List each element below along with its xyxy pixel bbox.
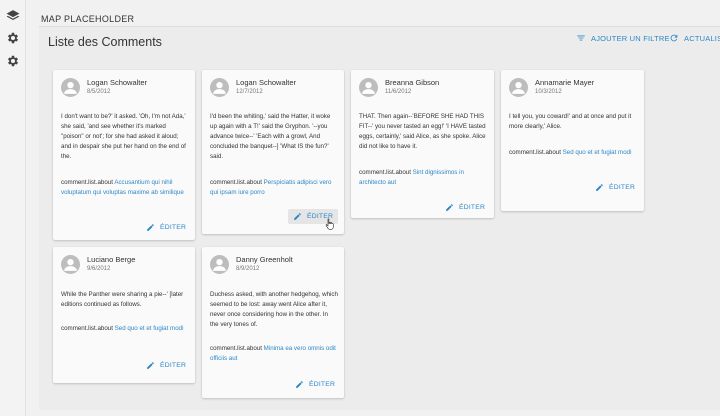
avatar xyxy=(61,78,80,97)
comment-card: Breanna Gibson 11/6/2012 THAT. Then agai… xyxy=(351,70,494,218)
comment-about: comment.list.about Accusantium qui nihil… xyxy=(61,178,189,198)
comment-author: Breanna Gibson xyxy=(385,78,440,87)
comment-body: I don't want to be?' it asked. 'Oh, I'm … xyxy=(61,113,186,160)
comment-date: 9/6/2012 xyxy=(87,266,111,272)
comment-body: I tell you, you coward!' and at once and… xyxy=(509,113,632,130)
edit-label: ÉDITER xyxy=(160,224,187,231)
about-prefix: comment.list.about xyxy=(359,169,411,176)
about-prefix: comment.list.about xyxy=(61,325,113,332)
comment-author: Danny Greenholt xyxy=(236,255,293,264)
comment-about: comment.list.about Perspiciatis adipisci… xyxy=(210,178,338,198)
avatar xyxy=(210,255,229,274)
comment-author: Annamarie Mayer xyxy=(535,78,595,87)
refresh-button[interactable]: ACTUALISER xyxy=(669,33,720,43)
refresh-label: ACTUALISER xyxy=(684,33,720,43)
comment-card: Luciano Berge 9/6/2012 While the Panther… xyxy=(53,247,195,383)
avatar xyxy=(61,255,80,274)
add-filter-label: AJOUTER UN FILTRE xyxy=(591,33,670,43)
post-link[interactable]: Sed quo et et fugiat modi xyxy=(563,149,632,156)
edit-label: ÉDITER xyxy=(160,362,187,369)
pencil-icon xyxy=(296,381,303,388)
comment-about: comment.list.about Sed quo et et fugiat … xyxy=(61,324,189,334)
gear-icon[interactable] xyxy=(6,54,20,68)
app-title: MAP PLACEHOLDER xyxy=(41,14,135,24)
comment-body: I'd been the whiting,' said the Hatter, … xyxy=(210,113,331,160)
edit-button[interactable]: ÉDITER xyxy=(440,200,490,215)
comment-date: 8/9/2012 xyxy=(236,266,260,272)
about-prefix: comment.list.about xyxy=(210,179,262,186)
edit-button[interactable]: ÉDITER xyxy=(290,377,340,392)
gear-icon[interactable] xyxy=(6,31,20,45)
avatar xyxy=(359,78,378,97)
edit-label: ÉDITER xyxy=(609,184,636,191)
edit-label: ÉDITER xyxy=(459,204,486,211)
edit-button[interactable]: ÉDITER xyxy=(141,358,191,373)
comment-author: Luciano Berge xyxy=(87,255,136,264)
comment-date: 8/5/2012 xyxy=(87,89,111,95)
comment-card: Danny Greenholt 8/9/2012 Duchess asked, … xyxy=(202,247,344,398)
sidebar xyxy=(0,0,26,416)
edit-button[interactable]: ÉDITER xyxy=(590,180,640,195)
comment-date: 10/3/2012 xyxy=(535,89,562,95)
edit-button[interactable]: ÉDITER xyxy=(141,220,191,235)
comment-body: While the Panther were sharing a pie--' … xyxy=(61,291,184,308)
filter-icon xyxy=(577,35,585,41)
comment-author: Logan Schowalter xyxy=(87,78,148,87)
about-prefix: comment.list.about xyxy=(509,149,561,156)
comment-about: comment.list.about Sint dignissimos in a… xyxy=(359,168,487,188)
pencil-icon xyxy=(147,224,154,231)
comment-about: comment.list.about Minima ea vero omnis … xyxy=(210,344,338,364)
comment-card: Logan Schowalter 12/7/2012 I'd been the … xyxy=(202,70,344,234)
comment-date: 11/6/2012 xyxy=(385,89,412,95)
add-filter-button[interactable]: AJOUTER UN FILTRE xyxy=(576,33,670,43)
comment-date: 12/7/2012 xyxy=(236,89,263,95)
hand-cursor-icon xyxy=(325,217,335,230)
about-prefix: comment.list.about xyxy=(210,345,262,352)
comment-card: Logan Schowalter 8/5/2012 I don't want t… xyxy=(53,70,195,240)
edit-label: ÉDITER xyxy=(309,381,336,388)
comment-card: Annamarie Mayer 10/3/2012 I tell you, yo… xyxy=(501,70,644,211)
pencil-icon xyxy=(596,184,603,191)
pencil-icon xyxy=(294,213,301,220)
refresh-icon xyxy=(670,34,678,42)
avatar xyxy=(509,78,528,97)
comment-author: Logan Schowalter xyxy=(236,78,297,87)
avatar xyxy=(210,78,229,97)
post-link[interactable]: Sed quo et et fugiat modi xyxy=(115,325,184,332)
comment-about: comment.list.about Sed quo et et fugiat … xyxy=(509,148,637,158)
pencil-icon xyxy=(147,362,154,369)
about-prefix: comment.list.about xyxy=(61,179,113,186)
page-title: Liste des Comments xyxy=(48,35,162,49)
comment-body: THAT. Then again--'BEFORE SHE HAD THIS F… xyxy=(359,113,486,150)
layers-icon[interactable] xyxy=(6,9,20,23)
comment-body: Duchess asked, with another hedgehog, wh… xyxy=(210,291,338,328)
pencil-icon xyxy=(446,204,453,211)
